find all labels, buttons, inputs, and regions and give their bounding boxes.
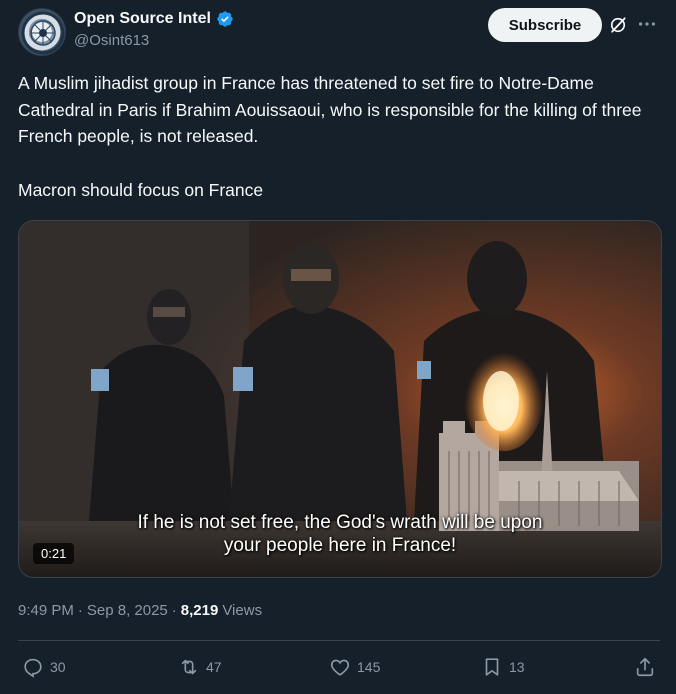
divider	[18, 640, 660, 641]
action-bar: 30 47 145 13	[18, 656, 660, 686]
verified-badge-icon	[217, 11, 233, 27]
share-icon	[636, 657, 654, 677]
video-subtitle: If he is not set free, the God's wrath w…	[137, 512, 543, 533]
account-name[interactable]: Open Source Intel	[74, 10, 211, 28]
views-count: 8,219	[180, 602, 219, 619]
like-icon	[330, 659, 350, 676]
post-time[interactable]: 9:49 PM	[18, 602, 74, 619]
post-text: A Muslim jihadist group in France has th…	[18, 70, 663, 203]
video-player[interactable]: If he is not set free, the God's wrath w…	[18, 220, 662, 578]
repost-count: 47	[206, 659, 222, 675]
grok-icon[interactable]	[608, 15, 628, 35]
post-meta: 9:49 PM · Sep 8, 2025 · 8,219 Views	[18, 602, 263, 619]
repost-button[interactable]: 47	[178, 656, 222, 678]
share-button[interactable]	[634, 656, 656, 678]
video-duration: 0:21	[33, 543, 75, 564]
views-label: Views	[222, 602, 263, 619]
bookmark-icon	[485, 658, 499, 676]
bookmark-button[interactable]: 13	[481, 656, 525, 678]
post-header: Open Source Intel @Osint613 Subscribe	[18, 8, 658, 58]
bookmark-count: 13	[509, 659, 525, 675]
subscribe-button[interactable]: Subscribe	[488, 8, 602, 42]
repost-icon	[181, 659, 197, 675]
video-subtitle: your people here in France!	[223, 535, 457, 556]
more-icon[interactable]	[636, 13, 658, 35]
post-text-paragraph: Macron should focus on France	[18, 179, 264, 200]
post-text-paragraph: A Muslim jihadist group in France has th…	[18, 73, 642, 146]
post-date[interactable]: Sep 8, 2025	[87, 602, 168, 619]
reply-count: 30	[50, 659, 66, 675]
reply-button[interactable]: 30	[22, 656, 66, 678]
like-button[interactable]: 145	[329, 656, 380, 678]
avatar[interactable]	[18, 8, 66, 56]
like-count: 145	[357, 659, 381, 675]
reply-icon	[24, 658, 42, 678]
account-handle[interactable]: @Osint613	[74, 32, 149, 49]
